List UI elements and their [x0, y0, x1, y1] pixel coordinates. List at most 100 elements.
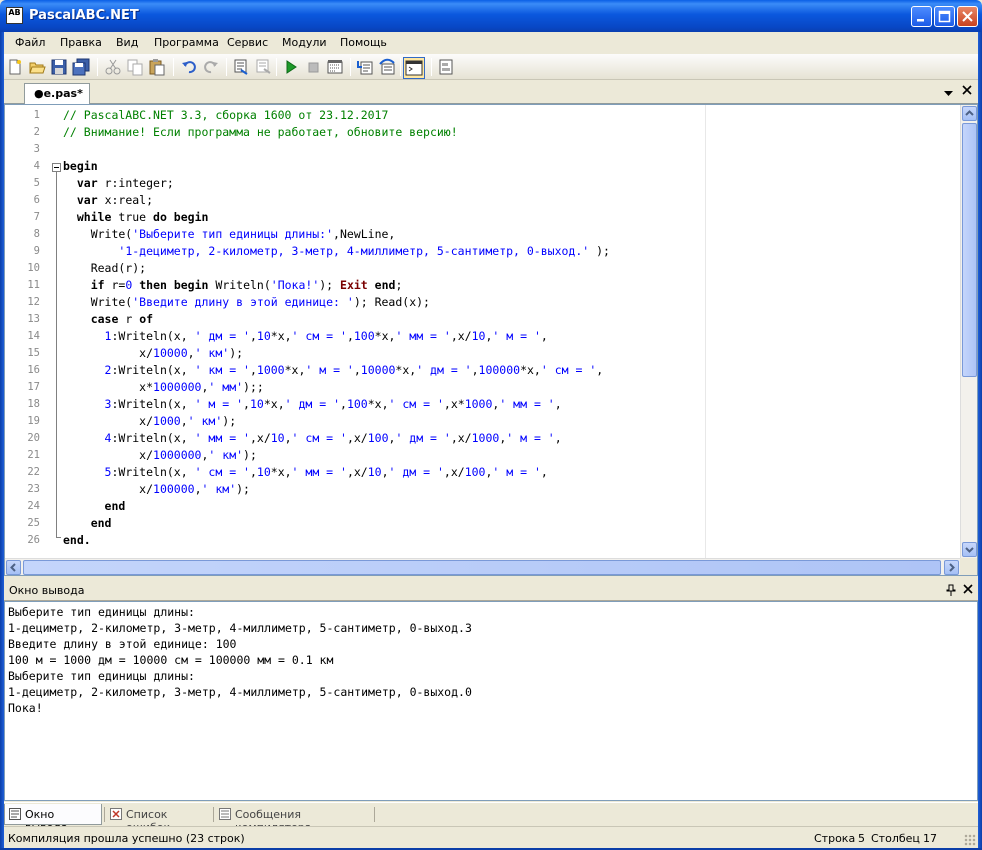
editor-vertical-scrollbar[interactable] — [960, 105, 977, 559]
code-line[interactable]: x/1000000,' км'); — [63, 447, 610, 464]
code-line[interactable]: end — [63, 515, 610, 532]
save-all-icon[interactable] — [72, 58, 90, 76]
code-line[interactable]: x*1000000,' мм');; — [63, 379, 610, 396]
open-folder-icon[interactable] — [28, 58, 46, 76]
code-line[interactable]: x/100000,' км'); — [63, 481, 610, 498]
code-line[interactable]: Write('Введите длину в этой единице: ');… — [63, 294, 610, 311]
code-token: '1-дециметр, 2-километр, 3-метр, 4-милли… — [118, 244, 590, 258]
code-editor[interactable]: 1 2 3 4 5 6 7 8 9 10 11 12 13 14 15 16 17 18 19 20 21 22 23 24 2… — [4, 104, 978, 576]
tab-output-window[interactable]: Окно вывода — [4, 804, 102, 834]
compile-all-icon[interactable] — [254, 58, 272, 76]
code-line[interactable] — [63, 141, 610, 158]
form-designer-icon[interactable] — [437, 58, 455, 76]
horizontal-scroll-thumb[interactable] — [23, 560, 941, 575]
status-row-value: 5 — [858, 832, 865, 845]
maximize-button[interactable] — [934, 6, 955, 27]
code-token: case — [90, 312, 119, 326]
fold-toggle-icon[interactable] — [52, 163, 61, 172]
code-line[interactable]: x/10000,' км'); — [63, 345, 610, 362]
menu-help[interactable]: Помощь — [340, 36, 387, 49]
line-number: 17 — [27, 381, 40, 393]
line-number: 25 — [27, 517, 40, 529]
code-line[interactable]: case r of — [63, 311, 610, 328]
stop-icon[interactable] — [304, 58, 322, 76]
editor-horizontal-scrollbar[interactable] — [5, 558, 961, 575]
code-line[interactable]: x/1000,' км'); — [63, 413, 610, 430]
code-line[interactable]: while true do begin — [63, 209, 610, 226]
debug-step-icon[interactable] — [326, 58, 344, 76]
compile-icon[interactable] — [232, 58, 250, 76]
code-line[interactable]: // Внимание! Если программа не работает,… — [63, 124, 610, 141]
minimize-button[interactable] — [911, 6, 932, 27]
code-line[interactable]: Write('Выберите тип единицы длины:',NewL… — [63, 226, 610, 243]
title-bar: AB PascalABC.NET — [0, 0, 982, 32]
undo-icon[interactable] — [180, 58, 198, 76]
line-number: 2 — [33, 126, 40, 138]
step-over-icon[interactable] — [378, 58, 396, 76]
code-token: ,x/ — [443, 465, 465, 479]
scroll-up-button[interactable] — [962, 106, 977, 121]
maximize-icon — [938, 10, 951, 23]
code-token: , — [249, 329, 257, 343]
code-line[interactable]: end — [63, 498, 610, 515]
output-window[interactable]: Выберите тип единицы длины: 1-дециметр, 2… — [4, 601, 978, 801]
menu-view[interactable]: Вид — [116, 36, 138, 49]
tab-error-list[interactable]: Список ошибок — [106, 804, 212, 834]
tab-list-dropdown-icon[interactable] — [944, 87, 953, 100]
status-col-label: Столбец — [871, 832, 920, 845]
code-line[interactable]: '1-дециметр, 2-километр, 3-метр, 4-милли… — [63, 243, 610, 260]
code-token: 1000 — [464, 397, 493, 411]
code-line[interactable]: 1:Writeln(x, ' дм = ',10*x,' см = ',100*… — [63, 328, 610, 345]
run-icon[interactable] — [282, 58, 300, 76]
tab-compiler-messages[interactable]: Сообщения компилятора — [215, 804, 375, 834]
code-line[interactable]: 2:Writeln(x, ' км = ',1000*x,' м = ',100… — [63, 362, 610, 379]
menu-modules[interactable]: Модули — [282, 36, 327, 49]
code-token: begin — [63, 159, 98, 173]
output-window-icon[interactable] — [403, 57, 425, 79]
step-into-icon[interactable] — [356, 58, 374, 76]
scroll-left-button[interactable] — [6, 560, 21, 575]
redo-icon[interactable] — [202, 58, 220, 76]
save-icon[interactable] — [50, 58, 68, 76]
menu-file[interactable]: Файл — [15, 36, 45, 49]
pin-icon[interactable] — [946, 584, 956, 599]
menu-program[interactable]: Программа — [154, 36, 219, 49]
code-token: ' дм = ' — [284, 397, 341, 411]
code-token: 100000 — [153, 482, 195, 496]
cut-icon[interactable] — [104, 58, 122, 76]
code-line[interactable]: 4:Writeln(x, ' мм = ',x/10,' см = ',x/10… — [63, 430, 610, 447]
copy-icon[interactable] — [126, 58, 144, 76]
new-file-icon[interactable] — [6, 58, 24, 76]
close-output-icon[interactable] — [963, 584, 973, 597]
code-line[interactable]: begin — [63, 158, 610, 175]
code-token: ' см = ' — [194, 465, 250, 479]
line-number: 12 — [27, 296, 40, 308]
resize-grip[interactable] — [964, 834, 976, 846]
code-line[interactable]: Read(r); — [63, 260, 610, 277]
code-token: , — [249, 363, 257, 377]
code-line[interactable]: var x:real; — [63, 192, 610, 209]
tab-e-pas[interactable]: ●e.pas* — [24, 83, 90, 105]
code-line[interactable]: end. — [63, 532, 610, 549]
line-number: 9 — [33, 245, 40, 257]
code-token: , — [194, 482, 202, 496]
scroll-down-button[interactable] — [962, 542, 977, 557]
vertical-scroll-thumb[interactable] — [962, 123, 977, 377]
menu-edit[interactable]: Правка — [60, 36, 102, 49]
menu-bar: Файл Правка Вид Программа Сервис Модули … — [4, 32, 978, 54]
menu-service[interactable]: Сервис — [227, 36, 268, 49]
code-line[interactable]: // PascalABC.NET 3.3, сборка 1600 от 23.… — [63, 107, 610, 124]
paste-icon[interactable] — [148, 58, 166, 76]
close-button[interactable] — [957, 6, 978, 27]
code-line[interactable]: 5:Writeln(x, ' см = ',10*x,' мм = ',x/10… — [63, 464, 610, 481]
toolbar — [4, 54, 978, 80]
code-area[interactable]: // PascalABC.NET 3.3, сборка 1600 от 23.… — [63, 107, 610, 549]
code-line[interactable]: var r:integer; — [63, 175, 610, 192]
scroll-right-button[interactable] — [944, 560, 959, 575]
close-tab-icon[interactable] — [962, 85, 972, 98]
code-token: ' км' — [187, 414, 223, 428]
code-line[interactable]: 3:Writeln(x, ' м = ',10*x,' дм = ',100*x… — [63, 396, 610, 413]
pascalabc-app-icon[interactable]: AB — [6, 7, 23, 24]
code-line[interactable]: if r=0 then begin Writeln('Пока!'); Exit… — [63, 277, 610, 294]
